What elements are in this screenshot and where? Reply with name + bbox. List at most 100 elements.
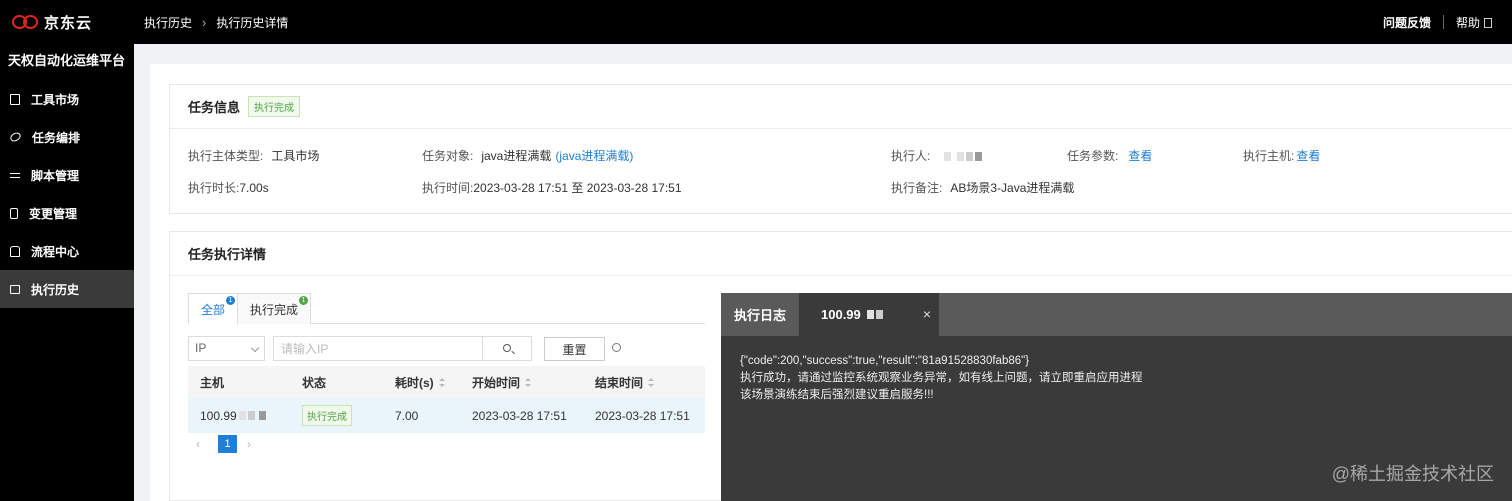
cloud-logo-icon [12,14,40,30]
task-target-link[interactable]: (java进程满载) [555,149,633,163]
duration-cell: 7.00 [395,408,419,423]
duration-field: 执行时长:7.00s [188,179,269,196]
tab-label: 执行完成 [250,302,299,317]
table-row[interactable]: 100.99 执行完成 7.00 2023-03-28 17:51 2023-0… [188,398,705,433]
field-value: java进程满载 [481,149,552,163]
field-label: 任务参数: [1067,149,1119,163]
col-host-header: 主机 [200,375,225,390]
next-page-icon[interactable]: › [247,437,259,451]
exec-host-field: 执行主机: 查看 [1243,147,1320,164]
log-output: {"code":200,"success":true,"result":"81a… [721,336,1512,404]
filter-field-select[interactable]: IP [188,336,265,361]
field-label: 执行主机: [1243,149,1295,163]
page-1-button[interactable]: 1 [218,435,237,453]
field-value: 工具市场 [271,149,320,163]
link-icon [8,130,23,144]
log-tab-host[interactable]: 100.99 × [799,293,939,336]
field-label: 任务对象: [422,149,474,163]
chevron-down-icon [250,343,260,353]
phone-icon [10,207,18,219]
sidebar-item-process-center[interactable]: 流程中心 [0,232,134,270]
reset-button[interactable]: 重置 [544,337,605,361]
help-label: 帮助 [1455,15,1480,30]
host-table: 主机 状态 耗时(s) 开始时间 结束时间 100.99 执行完成 7.00 2… [188,366,705,433]
sidebar-item-label: 工具市场 [31,92,80,107]
platform-title: 天权自动化运维平台 [8,53,126,68]
tab-label: 全部 [201,302,226,317]
executor-field: 执行人: [891,147,982,164]
log-line: 执行成功，请通过监控系统观察业务异常，如有线上问题，请立即重启应用进程 [740,372,1143,384]
field-value: 2023-03-28 17:51 至 2023-03-28 17:51 [473,181,682,195]
status-badge: 执行完成 [302,405,352,426]
doc-icon [10,93,20,105]
tab-completed[interactable]: 执行完成 1 [237,293,312,324]
close-icon[interactable]: × [923,306,931,322]
sidebar-item-task-orchestration[interactable]: 任务编排 [0,118,134,156]
task-params-field: 任务参数: 查看 [1067,147,1152,164]
swap-icon [10,170,20,181]
sidebar-item-label: 执行历史 [31,282,80,297]
search-button[interactable] [482,336,532,361]
help-link[interactable]: 帮助 [1456,14,1492,31]
host-ip: 100.99 [200,408,237,423]
exec-time-field: 执行时间:2023-03-28 17:51 至 2023-03-28 17:51 [422,179,682,196]
subject-type-field: 执行主体类型: 工具市场 [188,147,319,164]
start-time-cell: 2023-03-28 17:51 [472,408,567,423]
breadcrumb: 执行历史 › 执行历史详情 [144,14,288,31]
breadcrumb-history-link[interactable]: 执行历史 [144,14,192,31]
pagination: ‹ 1 › [196,435,259,453]
top-divider [1442,15,1444,29]
status-badge: 执行完成 [248,96,301,117]
remark-field: 执行备注: AB场景3-Java进程满载 [891,179,1074,196]
log-line: {"code":200,"success":true,"result":"81a… [740,355,1030,367]
log-tab-label: 100.99 [821,307,861,322]
executor-redacted [942,149,982,163]
sidebar-item-script-management[interactable]: 脚本管理 [0,156,134,194]
task-params-link[interactable]: 查看 [1128,149,1152,163]
sidebar-item-label: 变更管理 [29,206,78,221]
header-label: 耗时(s) [395,375,434,390]
watermark: @稀土掘金技术社区 [1331,464,1494,484]
flow-icon [10,245,20,257]
log-line: 该场景演练结束后强烈建议重启服务!!! [740,389,934,401]
host-cell: 100.99 [200,398,266,433]
field-label: 执行时间: [422,181,474,195]
sidebar-item-label: 任务编排 [32,130,81,145]
exec-host-link[interactable]: 查看 [1296,149,1320,163]
search-icon [503,344,511,352]
gear-icon[interactable] [612,343,621,352]
sidebar-item-tool-market[interactable]: 工具市场 [0,80,134,118]
folder-icon [10,284,20,294]
sidebar-item-execution-history[interactable]: 执行历史 [0,270,134,308]
ip-search-input[interactable] [273,336,483,361]
prev-page-icon[interactable]: ‹ [196,437,208,451]
status-tabs: 全部 1 执行完成 1 [188,293,705,325]
breadcrumb-chevron-icon: › [202,14,207,30]
header-label: 结束时间 [595,375,644,390]
tab-all[interactable]: 全部 1 [188,293,239,325]
col-duration-header[interactable]: 耗时(s) [395,366,445,398]
sidebar-item-label: 流程中心 [31,244,80,259]
document-icon [1484,18,1492,29]
col-end-header[interactable]: 结束时间 [595,366,655,398]
log-title: 执行日志 [733,308,786,323]
field-label: 执行主体类型: [188,149,264,163]
feedback-link[interactable]: 问题反馈 [1383,14,1431,31]
field-value: 7.00s [239,181,269,195]
sidebar-item-change-management[interactable]: 变更管理 [0,194,134,232]
field-label: 执行时长: [188,181,240,195]
select-value: IP [195,341,207,355]
field-label: 执行备注: [891,181,943,195]
status-cell: 执行完成 [302,398,352,433]
end-time-cell: 2023-03-28 17:51 [595,408,690,423]
col-status-header: 状态 [302,375,327,390]
col-start-header[interactable]: 开始时间 [472,366,532,398]
brand-logo[interactable]: 京东云 [0,12,134,33]
sidebar: 天权自动化运维平台 工具市场 任务编排 脚本管理 变更管理 流程中心 执行历史 [0,44,134,501]
task-target-field: 任务对象: java进程满载 (java进程满载) [422,147,633,164]
table-header-row: 主机 状态 耗时(s) 开始时间 结束时间 [188,366,705,398]
brand-name: 京东云 [44,14,93,32]
breadcrumb-current: 执行历史详情 [216,15,289,30]
sort-icon [525,377,532,387]
top-bar: 京东云 执行历史 › 执行历史详情 问题反馈 帮助 [0,0,1512,44]
